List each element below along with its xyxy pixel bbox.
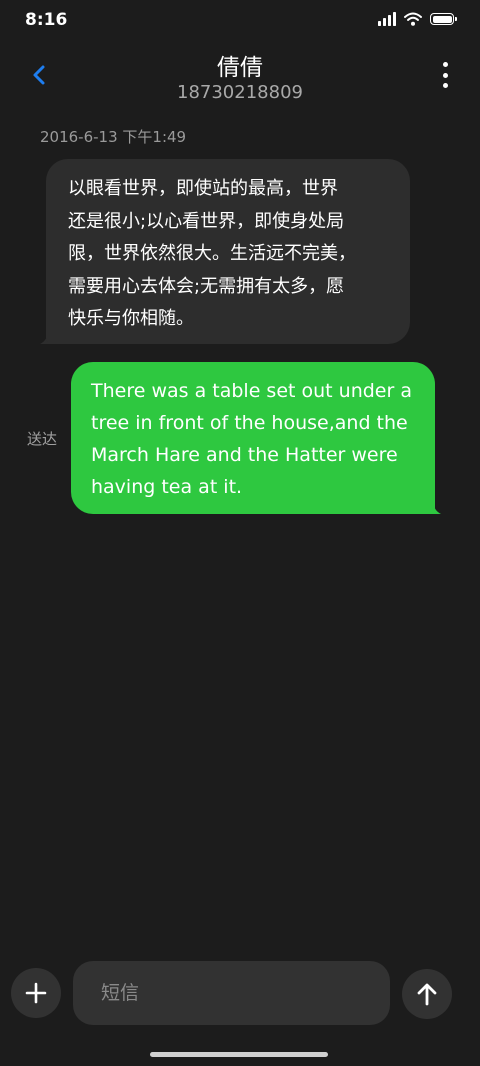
incoming-message-bubble[interactable]: 以眼看世界，即使站的最高，世界 还是很小;以心看世界，即使身处局 限，世界依然很…	[46, 159, 410, 344]
message-line: 限，世界依然很大。生活远不完美，	[68, 243, 356, 264]
message-line: 快乐与你相随。	[68, 308, 194, 329]
message-line: 还是很小;以心看世界，即使身处局	[68, 210, 345, 232]
home-indicator[interactable]	[150, 1052, 328, 1057]
signal-icon	[378, 12, 396, 26]
outgoing-message-bubble[interactable]: There was a table set out under a tree i…	[71, 362, 435, 514]
message-line: There was a table set out under a	[91, 380, 412, 402]
wifi-icon	[404, 12, 422, 26]
status-time: 8:16	[25, 10, 68, 30]
contact-name: 倩倩	[217, 55, 263, 81]
status-icons	[378, 12, 457, 26]
delivery-status: 送达	[27, 430, 58, 448]
add-attachment-button[interactable]	[11, 968, 61, 1018]
message-line: 以眼看世界，即使站的最高，世界	[68, 178, 338, 199]
send-button[interactable]	[402, 969, 452, 1019]
message-line: March Hare and the Hatter were	[91, 444, 398, 466]
more-vertical-icon	[442, 62, 448, 67]
message-input[interactable]	[73, 961, 390, 1025]
plus-icon	[25, 982, 47, 1004]
message-line: having tea at it.	[91, 476, 243, 498]
message-line: 需要用心去体会;无需拥有太多，愿	[68, 275, 345, 297]
status-bar: 8:16	[0, 0, 480, 40]
message-timestamp: 2016-6-13 下午1:49	[40, 128, 187, 146]
battery-icon	[430, 13, 457, 25]
contact-number: 18730218809	[177, 82, 303, 103]
conversation-header: 倩倩 18730218809	[0, 40, 480, 110]
more-options-button[interactable]	[440, 62, 450, 88]
arrow-up-icon	[417, 983, 437, 1006]
message-line: tree in front of the house,and the	[91, 412, 408, 434]
